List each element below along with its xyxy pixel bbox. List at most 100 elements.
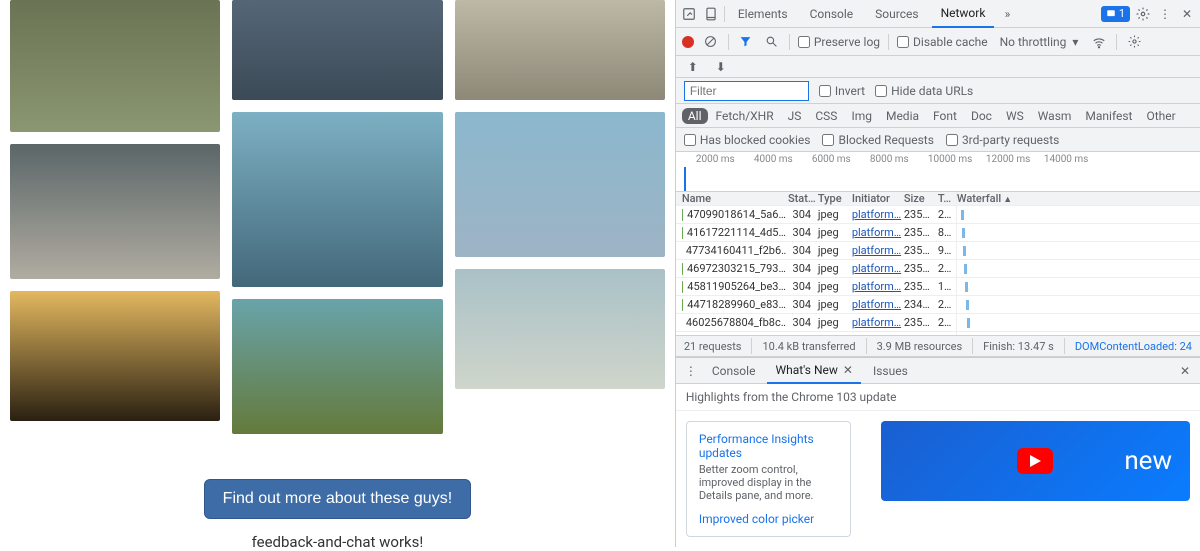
thumb-manta[interactable]: [455, 112, 665, 257]
table-row[interactable]: 46025678804_fb8c…304jpegplatform…235…2…: [676, 314, 1200, 332]
hide-data-urls-checkbox[interactable]: Hide data URLs: [875, 84, 973, 98]
whats-new-card: Performance Insights updates Better zoom…: [686, 421, 851, 537]
more-tabs-icon[interactable]: »: [998, 5, 1016, 23]
thumb-booby[interactable]: [10, 144, 220, 279]
drawer-kebab-icon[interactable]: ⋮: [682, 362, 700, 380]
col-time[interactable]: T…: [938, 192, 956, 205]
preserve-log-checkbox[interactable]: Preserve log: [798, 35, 880, 49]
download-icon[interactable]: ⬇: [712, 58, 730, 76]
request-initiator[interactable]: platform…: [852, 208, 904, 221]
wifi-icon[interactable]: [1090, 33, 1108, 51]
type-pill-img[interactable]: Img: [845, 108, 878, 124]
network-table: Name Stat… Type Initiator Size T… Waterf…: [676, 192, 1200, 335]
thumb-iguana[interactable]: [455, 0, 665, 100]
col-initiator[interactable]: Initiator: [852, 192, 904, 205]
play-icon[interactable]: [1017, 448, 1053, 474]
drawer-tab-issues[interactable]: Issues: [865, 359, 916, 383]
type-pill-all[interactable]: All: [682, 108, 708, 124]
blocked-requests-checkbox[interactable]: Blocked Requests: [822, 133, 933, 147]
type-pill-manifest[interactable]: Manifest: [1079, 108, 1138, 124]
third-party-checkbox[interactable]: 3rd-party requests: [946, 133, 1059, 147]
invert-checkbox[interactable]: Invert: [819, 84, 865, 98]
type-pill-js[interactable]: JS: [782, 108, 808, 124]
request-time: 2…: [938, 316, 956, 329]
request-waterfall: [956, 278, 1200, 295]
blocked-cookies-checkbox[interactable]: Has blocked cookies: [684, 133, 811, 147]
card-link-insights[interactable]: Performance Insights: [699, 432, 838, 446]
tab-elements[interactable]: Elements: [729, 1, 797, 27]
thumb-tortoise[interactable]: [232, 0, 442, 100]
type-pill-doc[interactable]: Doc: [965, 108, 998, 124]
close-icon[interactable]: ✕: [1178, 5, 1196, 23]
clear-icon[interactable]: [702, 33, 720, 51]
filter-input[interactable]: [684, 81, 809, 101]
table-row[interactable]: 41617221114_4d5…304jpegplatform…235…8…: [676, 224, 1200, 242]
thumb-leopardshark[interactable]: [455, 269, 665, 389]
timeline-overview[interactable]: 2000 ms4000 ms6000 ms8000 ms10000 ms1200…: [676, 152, 1200, 192]
table-row[interactable]: 46972303215_793…304jpegplatform…235…2…: [676, 260, 1200, 278]
network-table-header[interactable]: Name Stat… Type Initiator Size T… Waterf…: [676, 192, 1200, 206]
search-icon[interactable]: [763, 33, 781, 51]
thumb-seadragon[interactable]: [232, 299, 442, 434]
record-button[interactable]: [682, 36, 694, 48]
request-initiator[interactable]: platform…: [852, 244, 904, 257]
drawer-tab-console[interactable]: Console: [704, 359, 764, 383]
upload-icon[interactable]: ⬆: [684, 58, 702, 76]
throttling-select[interactable]: No throttling ▾: [996, 35, 1083, 49]
drawer-tab-whatsnew[interactable]: What's New✕: [767, 358, 861, 384]
tab-console[interactable]: Console: [801, 1, 863, 27]
close-tab-icon[interactable]: ✕: [843, 363, 853, 377]
request-time: 2…: [938, 208, 956, 221]
type-pill-media[interactable]: Media: [880, 108, 925, 124]
promo-video[interactable]: new: [881, 421, 1190, 501]
kebab-icon[interactable]: ⋮: [1156, 5, 1174, 23]
inspect-icon[interactable]: [680, 5, 698, 23]
type-pill-ws[interactable]: WS: [1000, 108, 1030, 124]
card-desc: Better zoom control, improved display in…: [699, 463, 838, 502]
disable-cache-checkbox[interactable]: Disable cache: [897, 35, 988, 49]
summary-transferred: 10.4 kB transferred: [762, 340, 855, 353]
type-pill-css[interactable]: CSS: [809, 108, 843, 124]
table-row[interactable]: 44718289960_e83…304jpegplatform…234…2…: [676, 296, 1200, 314]
gear-icon[interactable]: [1134, 5, 1152, 23]
issues-badge[interactable]: 1: [1101, 6, 1130, 22]
type-pill-fetchxhr[interactable]: Fetch/XHR: [710, 108, 780, 124]
drawer-close-icon[interactable]: ✕: [1176, 362, 1194, 380]
find-out-more-button[interactable]: Find out more about these guys!: [204, 479, 471, 519]
table-row[interactable]: 47099018614_5a6…304jpegplatform…235…2…: [676, 206, 1200, 224]
table-row[interactable]: 47734160411_f2b6…304jpegplatform…235…9…: [676, 242, 1200, 260]
request-status: 304: [786, 262, 818, 275]
col-name[interactable]: Name: [676, 192, 786, 205]
gear-small-icon[interactable]: [1125, 33, 1143, 51]
timeline-tick: 14000 ms: [1044, 154, 1089, 165]
file-type-icon: [682, 263, 683, 275]
request-size: 234…: [904, 298, 938, 311]
thumb-whaleshark[interactable]: [232, 112, 442, 287]
separator: [724, 6, 725, 22]
col-waterfall[interactable]: Waterfall▲: [956, 192, 1200, 205]
card-link-colorpicker[interactable]: Improved color picker: [699, 512, 838, 526]
type-pill-other[interactable]: Other: [1140, 108, 1181, 124]
col-type[interactable]: Type: [818, 192, 852, 205]
card-link-updates[interactable]: updates: [699, 446, 838, 460]
file-type-icon: [682, 227, 683, 239]
tab-network[interactable]: Network: [932, 0, 995, 28]
filter-icon[interactable]: [737, 33, 755, 51]
col-size[interactable]: Size: [904, 192, 938, 205]
thumb-sealions[interactable]: [10, 291, 220, 421]
request-initiator[interactable]: platform…: [852, 316, 904, 329]
type-pill-font[interactable]: Font: [927, 108, 963, 124]
col-status[interactable]: Stat…: [786, 192, 818, 205]
tab-sources[interactable]: Sources: [866, 1, 927, 27]
request-initiator[interactable]: platform…: [852, 280, 904, 293]
request-initiator[interactable]: platform…: [852, 298, 904, 311]
thumb-koala[interactable]: [10, 0, 220, 132]
table-row[interactable]: 45811905264_be3…304jpegplatform…235…1…: [676, 278, 1200, 296]
type-pill-wasm[interactable]: Wasm: [1032, 108, 1078, 124]
request-waterfall: [956, 206, 1200, 223]
summary-finish: Finish: 13.47 s: [983, 340, 1054, 353]
request-initiator[interactable]: platform…: [852, 226, 904, 239]
request-initiator[interactable]: platform…: [852, 262, 904, 275]
device-icon[interactable]: [702, 5, 720, 23]
request-name: 46972303215_793…: [687, 262, 786, 275]
